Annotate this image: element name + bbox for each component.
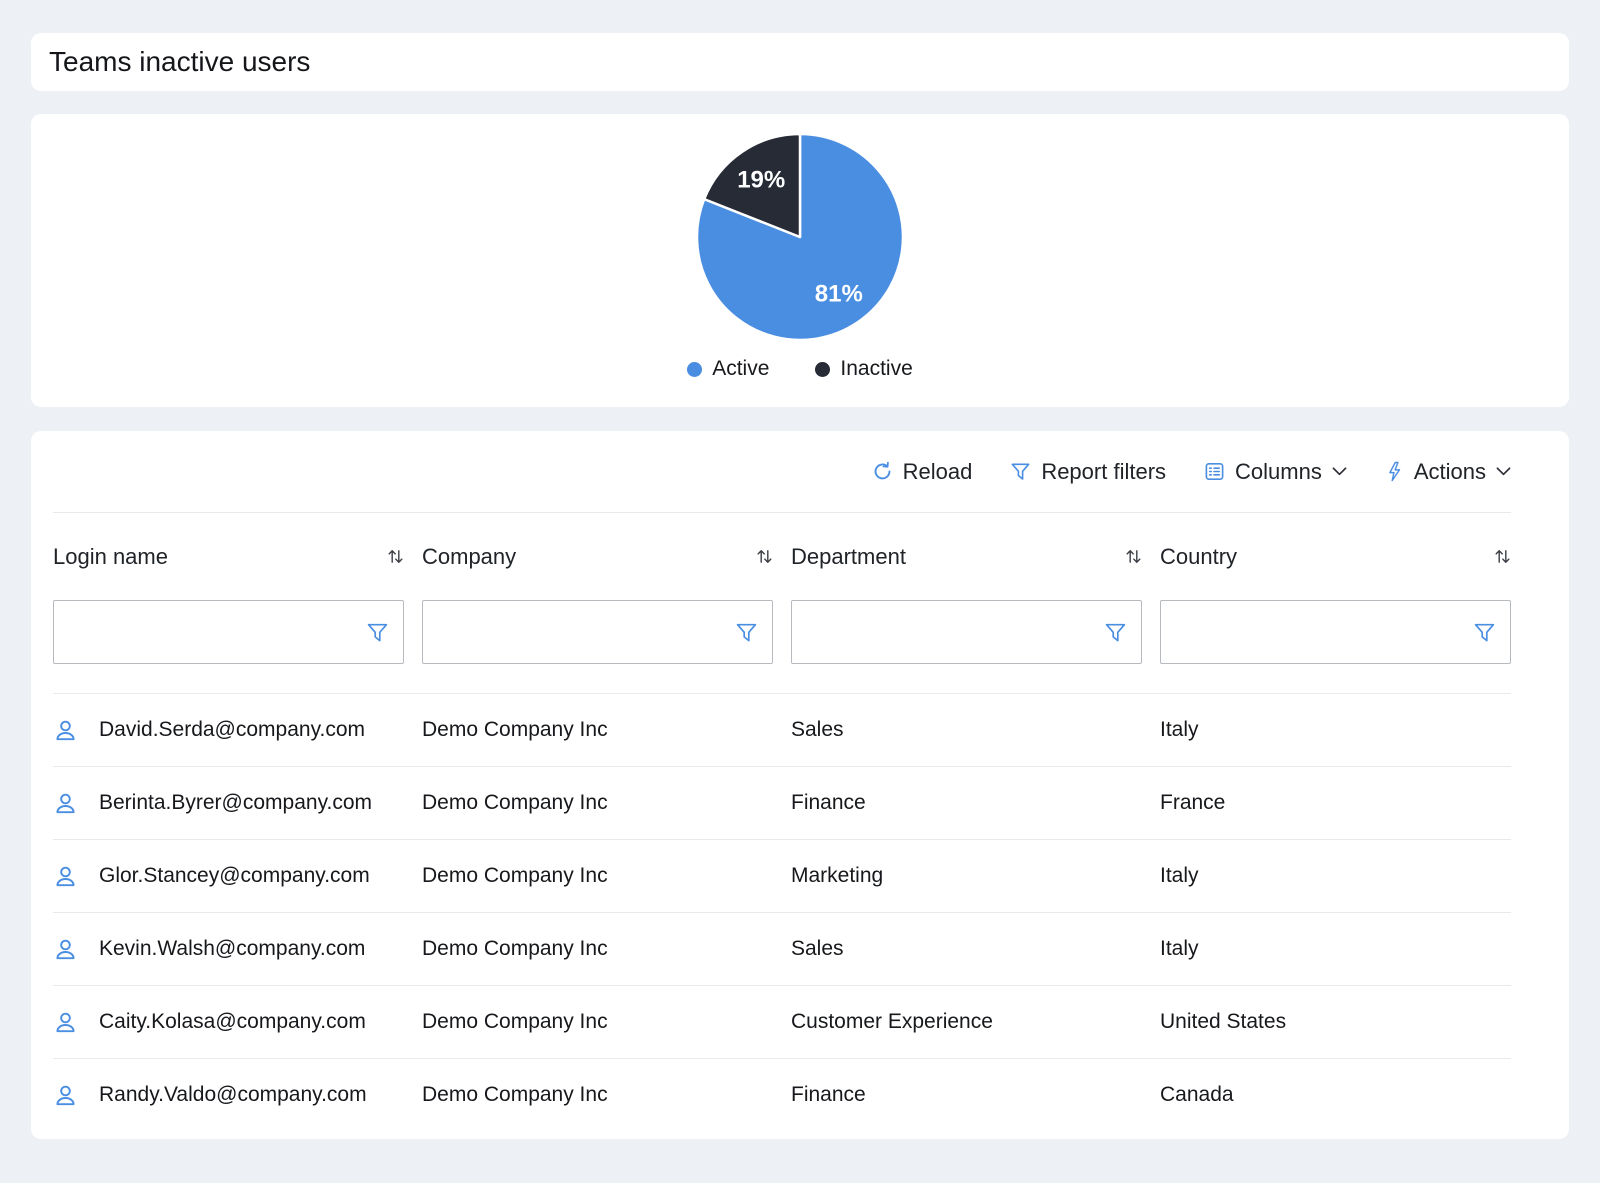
user-icon	[53, 1010, 78, 1035]
funnel-icon[interactable]	[735, 621, 758, 644]
cell-country: Italy	[1160, 937, 1511, 961]
cell-department: Marketing	[791, 864, 1142, 888]
chart-card: 81% 19% Active Inactive	[31, 114, 1569, 407]
filter-box	[53, 600, 404, 664]
reload-button[interactable]: Reload	[872, 459, 973, 485]
reload-icon	[872, 461, 893, 482]
table-row[interactable]: Randy.Valdo@company.com Demo Company Inc…	[53, 1058, 1511, 1131]
chevron-down-icon	[1332, 467, 1347, 476]
table-row[interactable]: Kevin.Walsh@company.com Demo Company Inc…	[53, 912, 1511, 985]
cell-company: Demo Company Inc	[422, 937, 773, 961]
page-title: Teams inactive users	[49, 46, 310, 78]
filter-input[interactable]	[437, 620, 735, 645]
table-row[interactable]: David.Serda@company.com Demo Company Inc…	[53, 693, 1511, 766]
column-header-label: Country	[1160, 544, 1237, 570]
column-header-label: Login name	[53, 544, 168, 570]
cell-country: Italy	[1160, 718, 1511, 742]
funnel-icon[interactable]	[366, 621, 389, 644]
actions-button[interactable]: Actions	[1385, 459, 1511, 485]
cell-department: Customer Experience	[791, 1010, 1142, 1034]
filter-box	[791, 600, 1142, 664]
title-card: Teams inactive users	[31, 33, 1569, 91]
column-header-login-name[interactable]: Login name	[53, 544, 404, 570]
user-icon	[53, 937, 78, 962]
filter-row	[53, 600, 1511, 664]
cell-country: Italy	[1160, 864, 1511, 888]
user-icon	[53, 718, 78, 743]
cell-company: Demo Company Inc	[422, 1010, 773, 1034]
column-header-country[interactable]: Country	[1160, 544, 1511, 570]
columns-label: Columns	[1235, 459, 1322, 485]
chevron-down-icon	[1496, 467, 1511, 476]
filter-input[interactable]	[806, 620, 1104, 645]
cell-login-name: Caity.Kolasa@company.com	[99, 1010, 366, 1034]
sort-icon[interactable]	[387, 548, 404, 565]
cell-department: Finance	[791, 1083, 1142, 1107]
cell-department: Sales	[791, 937, 1142, 961]
column-header-department[interactable]: Department	[791, 544, 1142, 570]
pie-value-label-active: 81%	[815, 281, 863, 308]
column-header-label: Department	[791, 544, 906, 570]
user-icon	[53, 1083, 78, 1108]
table-row[interactable]: Caity.Kolasa@company.com Demo Company In…	[53, 985, 1511, 1058]
filter-input[interactable]	[1175, 620, 1473, 645]
cell-company: Demo Company Inc	[422, 791, 773, 815]
user-icon	[53, 791, 78, 816]
actions-label: Actions	[1414, 459, 1486, 485]
user-icon	[53, 864, 78, 889]
lightning-icon	[1385, 461, 1404, 482]
cell-company: Demo Company Inc	[422, 718, 773, 742]
legend-label-inactive: Inactive	[840, 357, 912, 381]
legend-label-active: Active	[712, 357, 769, 381]
columns-icon	[1204, 461, 1225, 482]
table-row[interactable]: Berinta.Byrer@company.com Demo Company I…	[53, 766, 1511, 839]
filter-input[interactable]	[68, 620, 366, 645]
page: Teams inactive users 81% 19% Active Inact…	[0, 0, 1600, 1139]
filter-box	[1160, 600, 1511, 664]
report-filters-button[interactable]: Report filters	[1010, 459, 1166, 485]
cell-department: Sales	[791, 718, 1142, 742]
cell-country: Canada	[1160, 1083, 1511, 1107]
legend-item-inactive: Inactive	[815, 357, 912, 381]
sort-icon[interactable]	[1125, 548, 1142, 565]
column-header-company[interactable]: Company	[422, 544, 773, 570]
table-row[interactable]: Glor.Stancey@company.com Demo Company In…	[53, 839, 1511, 912]
reload-label: Reload	[903, 459, 973, 485]
sort-icon[interactable]	[756, 548, 773, 565]
cell-login-name: Glor.Stancey@company.com	[99, 864, 370, 888]
legend-item-active: Active	[687, 357, 769, 381]
pie-legend: Active Inactive	[687, 357, 913, 381]
cell-login-name: David.Serda@company.com	[99, 718, 365, 742]
header-row: Login name Company Department Country	[53, 513, 1511, 600]
funnel-icon[interactable]	[1473, 621, 1496, 644]
report-filters-label: Report filters	[1041, 459, 1166, 485]
table-body: David.Serda@company.com Demo Company Inc…	[53, 693, 1511, 1131]
cell-company: Demo Company Inc	[422, 864, 773, 888]
legend-dot-inactive	[815, 362, 830, 377]
cell-country: France	[1160, 791, 1511, 815]
cell-company: Demo Company Inc	[422, 1083, 773, 1107]
filter-box	[422, 600, 773, 664]
sort-icon[interactable]	[1494, 548, 1511, 565]
cell-login-name: Randy.Valdo@company.com	[99, 1083, 367, 1107]
funnel-icon[interactable]	[1104, 621, 1127, 644]
columns-button[interactable]: Columns	[1204, 459, 1347, 485]
cell-login-name: Berinta.Byrer@company.com	[99, 791, 372, 815]
pie-value-label-inactive: 19%	[737, 166, 785, 193]
column-header-label: Company	[422, 544, 516, 570]
cell-country: United States	[1160, 1010, 1511, 1034]
legend-dot-active	[687, 362, 702, 377]
table-toolbar: Reload Report filters Columns	[53, 431, 1511, 513]
filter-funnel-icon	[1010, 461, 1031, 482]
cell-department: Finance	[791, 791, 1142, 815]
table-card: Reload Report filters Columns	[31, 431, 1569, 1139]
pie-chart: 81% 19%	[694, 131, 906, 343]
cell-login-name: Kevin.Walsh@company.com	[99, 937, 365, 961]
